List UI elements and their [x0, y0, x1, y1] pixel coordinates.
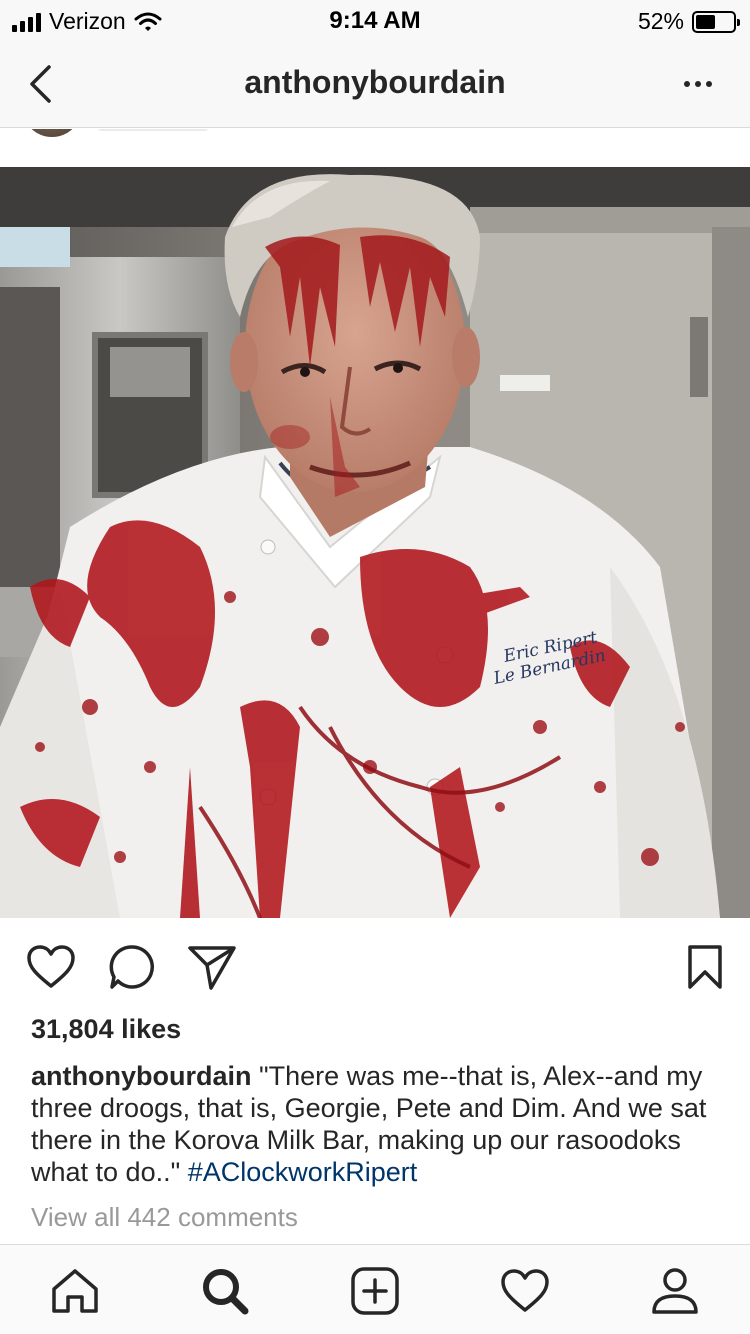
tab-activity[interactable]: [497, 1263, 553, 1319]
post-username-stub: [98, 129, 208, 131]
post-actions: [0, 918, 750, 1014]
battery-percent: 52%: [637, 8, 684, 34]
more-options-button[interactable]: [676, 62, 720, 106]
caption-hashtag[interactable]: #AClockworkRipert: [188, 1157, 418, 1187]
more-dots-icon: [684, 81, 690, 87]
avatar[interactable]: [22, 129, 82, 137]
like-button[interactable]: [24, 940, 78, 994]
activity-heart-icon: [501, 1269, 549, 1312]
tab-search[interactable]: [197, 1263, 253, 1319]
caption-username[interactable]: anthonybourdain: [31, 1061, 251, 1091]
page-title: anthonybourdain: [244, 64, 506, 100]
share-icon: [188, 946, 236, 990]
like-count[interactable]: 31,804 likes: [31, 1014, 181, 1045]
battery-icon: [692, 10, 740, 33]
post-caption: anthonybourdain "There was me--that is, …: [31, 1060, 731, 1188]
tab-home[interactable]: [47, 1263, 103, 1319]
profile-icon: [652, 1268, 698, 1314]
view-comments-link[interactable]: View all 442 comments: [31, 1202, 298, 1233]
tab-new-post[interactable]: [347, 1263, 403, 1319]
save-button[interactable]: [678, 940, 732, 994]
add-post-icon: [351, 1267, 399, 1315]
comment-icon: [109, 945, 155, 989]
comment-button[interactable]: [105, 940, 159, 994]
tab-profile[interactable]: [647, 1263, 703, 1319]
post-photo[interactable]: Eric Ripert Le Bernardin: [0, 167, 750, 918]
search-icon: [203, 1269, 249, 1315]
home-icon: [52, 1269, 98, 1313]
status-right: 52%: [637, 8, 740, 35]
bottom-tab-bar: [0, 1244, 750, 1334]
share-button[interactable]: [185, 940, 239, 994]
heart-icon: [27, 945, 75, 988]
nav-header: anthonybourdain: [0, 40, 750, 128]
bookmark-icon: [688, 945, 722, 989]
status-bar: Verizon 9:14 AM 52%: [0, 0, 750, 40]
post-header: [0, 129, 750, 167]
battery-level: [696, 14, 715, 29]
